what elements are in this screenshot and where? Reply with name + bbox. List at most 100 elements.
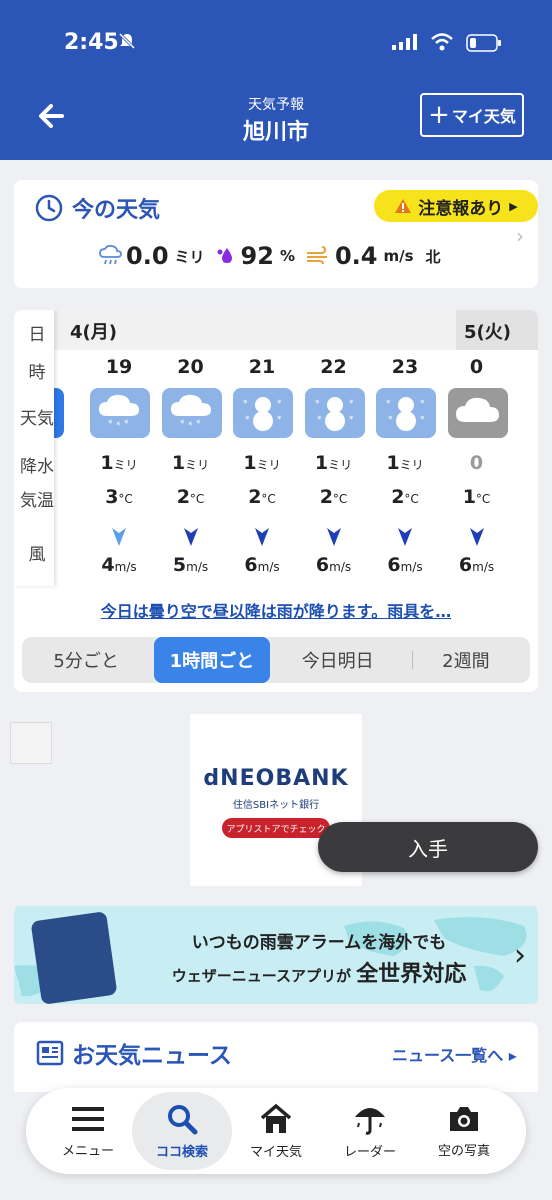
svg-text:*: * [420, 399, 425, 409]
snow-weather-icon: * * * [90, 388, 150, 438]
hour-column: 19 * * * 1ミリ 3°C 4m/s [84, 350, 154, 586]
warning-badge[interactable]: 注意報あり ▶ [374, 190, 538, 222]
wifi-icon [431, 33, 453, 51]
current-weather-title: 今の天気 [72, 198, 161, 223]
banner-line2: ウェザーニュースアプリが 全世界対応 [124, 956, 514, 988]
wind-direction: 北 [425, 247, 441, 266]
get-app-button[interactable]: 入手 [318, 822, 538, 872]
hour-column: 0 0 1°C 6m/s [442, 350, 512, 586]
chevron-right-icon: › [516, 224, 524, 248]
wind-stat: 0.4 m/s 北 [305, 242, 441, 270]
current-weather-heading: 今の天気 [34, 192, 160, 224]
phone-illustration [30, 911, 118, 1004]
wind-speed-cell: 6m/s [458, 554, 495, 576]
row-label-weather: 天気 [20, 409, 54, 429]
precip-cell: 1ミリ [243, 452, 281, 474]
ad-subtitle: 住信SBIネット銀行 [232, 800, 320, 811]
svg-text:*: * [124, 419, 129, 429]
add-my-weather-button[interactable]: + マイ天気 [420, 93, 524, 137]
tab-sky-photos[interactable]: 空の写真 [414, 1092, 514, 1170]
segment-today-tomorrow[interactable]: 今日明日 [274, 637, 402, 683]
wind-direction-arrow-icon [255, 528, 269, 546]
svg-text:*: * [188, 421, 193, 431]
wind-direction-arrow-icon [183, 528, 198, 546]
forecast-summary-link[interactable]: 今日は曇り空で昼以降は雨が降ります。雨具を… [14, 598, 538, 622]
wind-direction-arrow-icon [398, 528, 412, 546]
tab-menu[interactable]: メニュー [38, 1092, 138, 1170]
wind-direction-arrow-icon [112, 528, 126, 546]
add-my-weather-label: マイ天気 [451, 107, 516, 126]
hour-column: 21 * * * * 1ミリ 2°C 6m/s [227, 350, 297, 586]
tab-sky-photos-label: 空の写真 [437, 1143, 490, 1159]
svg-text:*: * [243, 399, 248, 409]
current-stats: 0.0 ミリ 92% 0.4 m/s 北 [98, 242, 441, 270]
svg-text:*: * [277, 399, 282, 409]
ad-cta-button[interactable]: アプリストアでチェック [222, 818, 330, 838]
hour-label: 23 [391, 356, 419, 378]
segment-5min[interactable]: 5分ごと [22, 637, 150, 683]
bell-muted-icon [118, 32, 136, 50]
status-time: 2:45 [64, 30, 119, 55]
precip-cell: 0 [469, 452, 484, 474]
warning-badge-label: 注意報あり [418, 198, 504, 219]
row-label-hour: 時 [28, 363, 46, 383]
wind-icon [306, 246, 327, 265]
tab-radar[interactable]: レーダー [320, 1092, 420, 1170]
hour-label: 19 [105, 356, 133, 378]
news-heading: お天気ニュース [36, 1036, 232, 1070]
interval-segmented-control: 5分ごと 1時間ごと 今日明日 2週間 [22, 637, 530, 683]
hour-label: 22 [320, 356, 347, 378]
wind-direction-arrow-icon [469, 528, 484, 546]
date-day1: 4(月) [70, 322, 117, 343]
news-list-link[interactable]: ニュース一覧へ ▸ [392, 1042, 517, 1066]
svg-text:*: * [315, 399, 320, 409]
home-icon [260, 1103, 292, 1133]
snow-weather-icon: * * * [161, 388, 222, 438]
battery-icon [466, 34, 501, 52]
tab-my-weather-label: マイ天気 [249, 1144, 302, 1160]
svg-text:*: * [116, 421, 121, 431]
wind-speed-cell: 5m/s [172, 554, 209, 576]
tab-here-search[interactable]: ココ検索 [132, 1092, 232, 1170]
menu-icon [72, 1106, 104, 1131]
bottom-tab-bar: メニュー ココ検索 マイ天気 レーダー 空の写真 [26, 1088, 526, 1174]
svg-text:*: * [420, 415, 425, 425]
promo-banner[interactable]: いつもの雨雲アラームを海外でも ウェザーニュースアプリが 全世界対応 › [14, 906, 538, 1004]
ad-choices-placeholder [10, 722, 52, 764]
current-weather-card[interactable]: 今の天気 注意報あり ▶ › 0.0 ミリ 92% 0.4 m/s 北 [14, 180, 538, 288]
svg-text:*: * [180, 419, 185, 429]
heavy-snow-weather-icon: * * * * [233, 388, 293, 438]
svg-text:*: * [277, 415, 282, 425]
row-label-temp: 気温 [20, 491, 54, 511]
date-row: 4(月) 5(火) [14, 310, 538, 350]
wind-speed-cell: 6m/s [387, 554, 423, 576]
tab-menu-label: メニュー [61, 1143, 114, 1159]
tab-here-search-label: ココ検索 [155, 1144, 208, 1160]
hour-column: 23 * * * * 1ミリ 2°C 6m/s [370, 350, 440, 586]
wind-speed-cell: 6m/s [315, 554, 352, 576]
tab-my-weather[interactable]: マイ天気 [226, 1092, 326, 1170]
temp-cell: 3°C [105, 486, 133, 508]
svg-text:*: * [349, 415, 354, 425]
humidity-unit: % [279, 247, 295, 265]
rain-cloud-icon [99, 245, 122, 265]
banner-next-icon[interactable]: › [514, 938, 526, 973]
humidity-value: 92 [240, 242, 274, 270]
umbrella-icon [355, 1107, 385, 1135]
banner-line1: いつもの雨雲アラームを海外でも [191, 933, 447, 953]
temp-cell: 2°C [319, 486, 348, 508]
hour-label: 21 [248, 356, 276, 378]
heavy-snow-weather-icon: * * * * [304, 388, 365, 438]
svg-text:*: * [386, 399, 391, 409]
precip-unit: ミリ [174, 247, 205, 266]
signal-icon [392, 34, 417, 50]
segment-2weeks[interactable]: 2週間 [402, 637, 530, 683]
wind-direction-arrow-icon [326, 528, 341, 546]
svg-text:*: * [196, 419, 201, 429]
humidity-stat: 92% [215, 242, 295, 270]
segment-hourly[interactable]: 1時間ごと [154, 637, 270, 683]
row-label-precip: 降水 [20, 457, 54, 477]
temp-cell: 2°C [391, 486, 419, 508]
hour-label: 20 [177, 356, 204, 378]
hourly-forecast-card: 4(月) 5(火) 日 時 天気 降水 気温 風 8ミリ°Cm/s19***1ミ… [14, 310, 538, 692]
